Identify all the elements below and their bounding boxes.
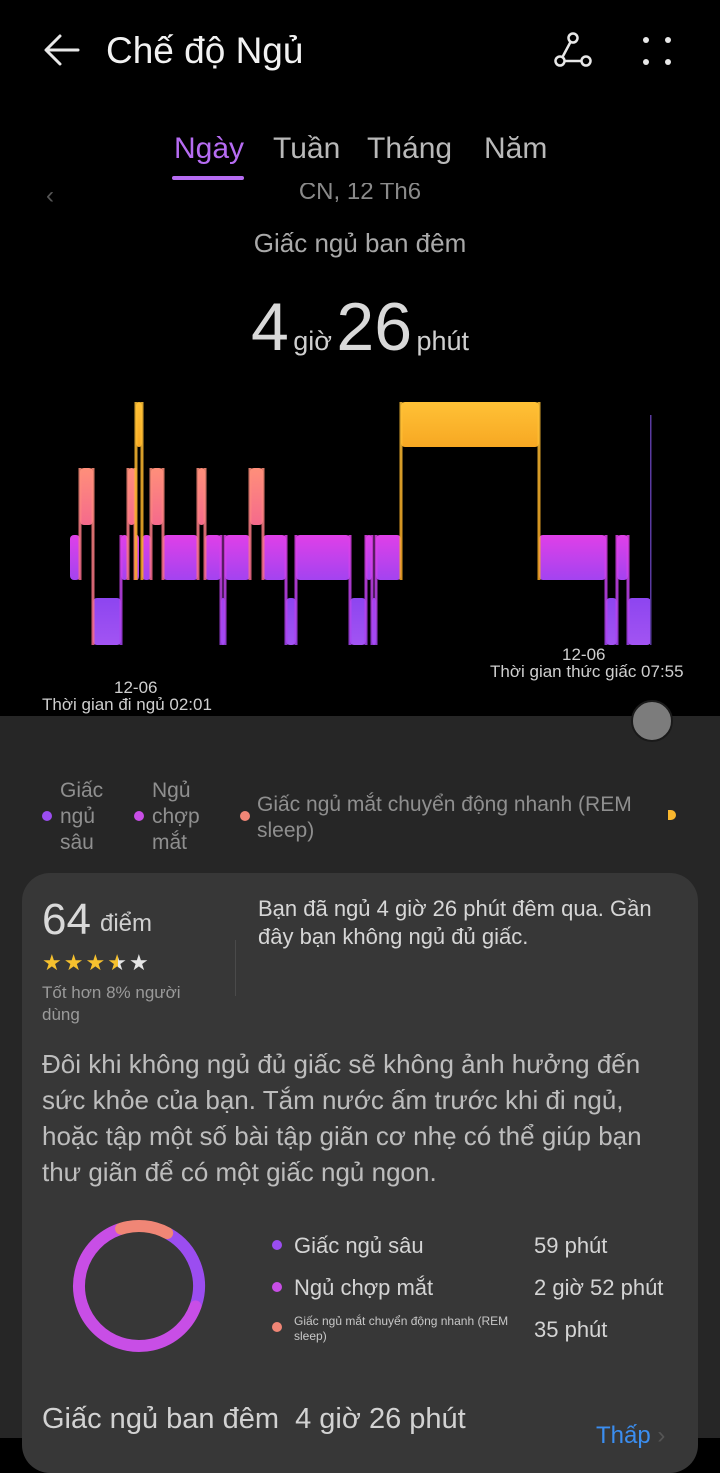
date-selector[interactable]: CN, 12 Th6 xyxy=(0,183,720,209)
sleep-stage-transition xyxy=(374,535,378,645)
sleep-stage-transition xyxy=(223,535,227,645)
sleep-stage-transition xyxy=(248,468,252,580)
legend-rem-label: Giấc ngủ mắt chuyển động nhanh (REM slee… xyxy=(257,793,632,842)
total-minutes: 26 xyxy=(336,289,413,365)
sleep-stage-transition xyxy=(91,468,95,645)
sleep-stage-transition xyxy=(149,468,153,580)
legend-deep: Giấc ngủ sâu xyxy=(60,778,120,856)
share-icon[interactable] xyxy=(552,30,594,70)
sleep-stage-transition xyxy=(134,402,138,580)
stat-label-rem: Giấc ngủ mắt chuyển động nhanh (REM slee… xyxy=(294,1314,509,1343)
sleep-stage-rem-segment xyxy=(151,468,163,525)
star-icon: ★ xyxy=(107,950,129,975)
sleep-stage-light-segment xyxy=(205,535,221,580)
sleep-stage-rem-segment xyxy=(250,468,263,525)
tab-indicator xyxy=(172,176,244,180)
sleep-stage-transition xyxy=(294,535,298,645)
sleep-stage-light-segment xyxy=(163,535,198,580)
timeline-cursor xyxy=(650,415,652,645)
sleep-stage-deep-segment xyxy=(350,598,366,645)
score-unit: điểm xyxy=(100,910,153,937)
sleep-stage-transition xyxy=(604,535,608,645)
sleep-stage-transition xyxy=(615,535,619,645)
donut-slice xyxy=(163,1228,205,1311)
total-sleep-duration: 4 giờ 26 phút xyxy=(0,288,720,366)
stat-value-deep: 59 phút xyxy=(534,1233,608,1258)
tab-year[interactable]: Năm xyxy=(484,130,547,168)
sleep-stage-transition xyxy=(78,468,82,580)
stat-dot-rem xyxy=(272,1322,282,1332)
stat-label-deep: Giấc ngủ sâu xyxy=(294,1233,424,1258)
stat-value-rem: 35 phút xyxy=(534,1317,608,1342)
legend-deep-label: Giấc ngủ sâu xyxy=(60,779,104,854)
sleep-stage-transition xyxy=(348,535,352,645)
sleep-stage-deep-segment xyxy=(628,598,651,645)
sleep-stage-transition xyxy=(161,468,165,580)
sleep-summary: Bạn đã ngủ 4 giờ 26 phút đêm qua. Gần đâ… xyxy=(258,896,652,949)
timeline-scrubber-handle[interactable] xyxy=(631,700,673,742)
hours-unit: giờ xyxy=(293,326,332,356)
sleep-advice: Đôi khi không ngủ đủ giấc sẽ không ảnh h… xyxy=(42,1049,642,1187)
sleep-stage-light-segment xyxy=(263,535,286,580)
sleep-stage-transition xyxy=(203,468,207,580)
sleep-stage-deep-segment xyxy=(93,598,121,645)
star-icon: ★ xyxy=(63,950,86,975)
sleep-stage-transition xyxy=(626,535,630,645)
sleep-stage-donut-chart xyxy=(73,1220,205,1352)
legend-dot-light xyxy=(134,811,144,821)
night-sleep-label: Giấc ngủ ban đêm xyxy=(42,1403,279,1435)
sleep-stage-light-segment xyxy=(617,535,628,580)
legend-light: Ngủ chợp mắt xyxy=(152,778,222,856)
stat-value-light: 2 giờ 52 phút xyxy=(534,1275,664,1300)
sleep-score: 64 xyxy=(42,895,91,944)
sleep-stage-awake-segment xyxy=(401,402,539,447)
star-icon: ★ xyxy=(85,950,108,975)
night-sleep-value: 4 giờ 26 phút xyxy=(295,1403,466,1435)
more-dots-icon[interactable] xyxy=(640,34,674,68)
sleep-stage-transition xyxy=(140,402,144,580)
tab-month[interactable]: Tháng xyxy=(367,130,452,168)
bedtime-label: Thời gian đi ngủ 02:01 xyxy=(42,695,212,714)
sleep-stage-light-segment xyxy=(225,535,250,580)
donut-slice xyxy=(115,1220,174,1240)
sleep-stage-transition xyxy=(284,535,288,645)
stat-dot-light xyxy=(272,1282,282,1292)
star-rating: ★★★★★ xyxy=(42,950,151,976)
comparison-text: Tốt hơn 8% người dùng xyxy=(42,983,181,1024)
legend-dot-rem xyxy=(240,811,250,821)
legend-light-label: Ngủ chợp mắt xyxy=(152,779,200,854)
sleep-stage-deep-segment xyxy=(606,598,617,645)
wake-time-label: Thời gian thức giấc 07:55 xyxy=(490,662,684,681)
sleep-rating-link[interactable]: Thấp › xyxy=(596,1422,665,1450)
sleep-stage-transition xyxy=(261,468,265,580)
sleep-stage-transition xyxy=(196,468,200,580)
sleep-stage-transition xyxy=(119,535,123,645)
sleep-stage-transition xyxy=(364,535,368,645)
sleep-stage-transition xyxy=(399,402,403,580)
sleep-stage-light-segment xyxy=(376,535,401,580)
page-title: Chế độ Ngủ xyxy=(106,30,304,71)
legend-rem: Giấc ngủ mắt chuyển động nhanh (REM slee… xyxy=(257,792,687,844)
sleep-stage-rem-segment xyxy=(80,468,93,525)
legend-dot-deep xyxy=(42,811,52,821)
total-hours: 4 xyxy=(250,289,289,365)
sleep-stage-transition xyxy=(219,535,223,645)
star-icon: ★ xyxy=(42,950,64,975)
stat-dot-deep xyxy=(272,1240,282,1250)
star-icon: ★ xyxy=(128,950,151,975)
sleep-stage-transition xyxy=(126,468,130,580)
sleep-stage-light-segment xyxy=(296,535,350,580)
tab-week[interactable]: Tuần xyxy=(273,130,340,168)
sleep-stage-light-segment xyxy=(539,535,606,580)
stat-label-light: Ngủ chợp mắt xyxy=(294,1275,434,1300)
sleep-stage-transition xyxy=(537,402,541,580)
sleep-type-title: Giấc ngủ ban đêm xyxy=(253,228,467,258)
sleep-stage-transition xyxy=(370,535,374,645)
divider xyxy=(235,940,236,996)
tab-day[interactable]: Ngày xyxy=(174,130,244,168)
sleep-rating-label: Thấp xyxy=(596,1422,651,1449)
back-arrow-icon[interactable] xyxy=(40,28,84,72)
night-sleep-row[interactable]: Giấc ngủ ban đêm 4 giờ 26 phút xyxy=(42,1403,466,1436)
minutes-unit: phút xyxy=(416,326,470,356)
